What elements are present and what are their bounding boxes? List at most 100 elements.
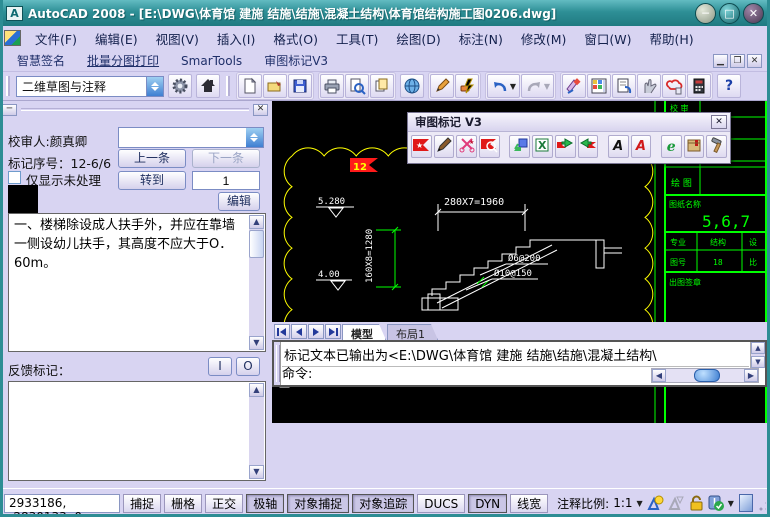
- toggle-lineweight[interactable]: 线宽: [510, 494, 548, 513]
- open-button[interactable]: [263, 74, 287, 98]
- menu-dimension[interactable]: 标注(N): [451, 27, 511, 50]
- menu-review-mark-v3[interactable]: 审图标记V3: [255, 51, 337, 70]
- mdi-close-button[interactable]: ✕: [747, 54, 762, 68]
- import-marks-button[interactable]: [555, 135, 576, 158]
- dropdown-spinner-icon[interactable]: [246, 128, 263, 147]
- review-mark-toolbar[interactable]: 审图标记 V3 ✕ ★ ★ X A A e: [407, 112, 731, 164]
- tab-prev-button[interactable]: [291, 324, 307, 339]
- menu-draw[interactable]: 绘图(D): [388, 27, 448, 50]
- toggle-polar[interactable]: 极轴: [246, 494, 284, 513]
- menu-insert[interactable]: 插入(I): [209, 27, 263, 50]
- scroll-thumb[interactable]: [249, 230, 264, 258]
- cad-black-button[interactable]: A: [608, 135, 629, 158]
- redo-button[interactable]: ▼: [521, 74, 554, 98]
- undo-dropdown-icon[interactable]: ▼: [510, 82, 516, 91]
- tab-first-button[interactable]: [274, 324, 290, 339]
- scroll-down-icon[interactable]: ▼: [751, 356, 765, 368]
- match-properties-button[interactable]: [562, 74, 586, 98]
- erase-button[interactable]: [455, 74, 479, 98]
- layers-button[interactable]: [587, 74, 611, 98]
- toggle-grid[interactable]: 栅格: [164, 494, 202, 513]
- menu-smartools[interactable]: SmarTools: [172, 53, 251, 69]
- menu-window[interactable]: 窗口(W): [576, 27, 639, 50]
- cad-red-button[interactable]: A: [631, 135, 652, 158]
- mdi-restore-button[interactable]: ❐: [730, 54, 745, 68]
- feedback-in-button[interactable]: I: [208, 357, 232, 376]
- save-button[interactable]: [288, 74, 312, 98]
- plot-button[interactable]: [320, 74, 344, 98]
- tab-layout1[interactable]: 布局1: [387, 324, 438, 340]
- close-button[interactable]: ✕: [743, 3, 764, 24]
- tab-model[interactable]: 模型: [342, 324, 386, 340]
- edit-button[interactable]: 编辑: [218, 192, 260, 211]
- mdi-minimize-button[interactable]: ▁: [713, 54, 728, 68]
- settings-button[interactable]: [706, 135, 727, 158]
- menu-tools[interactable]: 工具(T): [328, 27, 386, 50]
- lock-icon[interactable]: [688, 493, 704, 513]
- title-bar[interactable]: A AutoCAD 2008 - [E:\DWG\体育馆 建施 结施\结施\混凝…: [0, 0, 770, 26]
- toggle-otrack[interactable]: 对象追踪: [352, 494, 414, 513]
- menu-smart-signature[interactable]: 智慧签名: [8, 51, 74, 70]
- maximize-button[interactable]: □: [719, 3, 740, 24]
- delete-mark-button[interactable]: ★: [456, 135, 477, 158]
- command-prompt[interactable]: 命令:: [282, 363, 312, 382]
- help-button[interactable]: ?: [717, 74, 741, 98]
- scroll-down-icon[interactable]: ▼: [249, 465, 264, 479]
- trusted-autodesk-button[interactable]: [707, 493, 725, 513]
- toggle-ortho[interactable]: 正交: [205, 494, 243, 513]
- goto-button[interactable]: 转到: [118, 171, 186, 190]
- command-window[interactable]: 标记文本已输出为<E:\DWG\体育馆 建施 结施\结施\混凝土结构\ ▲ ▼ …: [272, 340, 767, 387]
- workspace-spinner-icon[interactable]: [146, 77, 163, 96]
- toggle-snap[interactable]: 捕捉: [123, 494, 161, 513]
- window-resize-grip[interactable]: [758, 495, 766, 511]
- menu-help[interactable]: 帮助(H): [642, 27, 702, 50]
- scroll-right-icon[interactable]: ▶: [744, 369, 758, 382]
- minimize-button[interactable]: ─: [695, 3, 716, 24]
- workspace-settings-button[interactable]: [168, 74, 192, 98]
- clean-screen-button[interactable]: [739, 494, 753, 512]
- feedback-out-button[interactable]: O: [236, 357, 260, 376]
- new-button[interactable]: [238, 74, 262, 98]
- scroll-left-icon[interactable]: ◀: [652, 369, 666, 382]
- toolbar-grip[interactable]: [6, 76, 10, 96]
- toolbar-grip[interactable]: [226, 76, 230, 96]
- export-excel-button[interactable]: X: [532, 135, 553, 158]
- find-mark-button[interactable]: [479, 135, 500, 158]
- reviewer-dropdown[interactable]: [118, 127, 264, 148]
- sketch-button[interactable]: [430, 74, 454, 98]
- tab-next-button[interactable]: [308, 324, 324, 339]
- scroll-up-icon[interactable]: ▲: [249, 215, 264, 229]
- only-unprocessed-checkbox[interactable]: [8, 171, 21, 184]
- scale-dropdown-icon[interactable]: ▼: [637, 499, 643, 508]
- scroll-up-icon[interactable]: ▲: [249, 383, 264, 397]
- undo-button[interactable]: ▼: [487, 74, 520, 98]
- feedback-scrollbar[interactable]: ▲ ▼: [249, 383, 264, 479]
- next-mark-button[interactable]: 下一条: [192, 149, 260, 168]
- my-workspace-button[interactable]: [196, 74, 220, 98]
- panel-close-button[interactable]: ✕: [253, 104, 268, 116]
- export-block-button[interactable]: [509, 135, 530, 158]
- review-toolbar-close-button[interactable]: ✕: [711, 115, 727, 129]
- menu-modify[interactable]: 修改(M): [513, 27, 575, 50]
- quick-calc-button[interactable]: [687, 74, 711, 98]
- command-window-grip[interactable]: [274, 342, 281, 385]
- manual-button[interactable]: [684, 135, 705, 158]
- previous-mark-button[interactable]: 上一条: [118, 149, 186, 168]
- status-menu-dropdown-icon[interactable]: ▼: [728, 499, 734, 508]
- menu-file[interactable]: 文件(F): [27, 27, 85, 50]
- annotation-visibility-button[interactable]: [646, 493, 664, 513]
- plot-preview-button[interactable]: [345, 74, 369, 98]
- export-marks-button[interactable]: [578, 135, 599, 158]
- panel-grip[interactable]: [21, 108, 249, 111]
- annotation-scale-control[interactable]: 注释比例: 1:1 ▼: [557, 495, 643, 512]
- add-mark-button[interactable]: ★: [411, 135, 432, 158]
- menu-view[interactable]: 视图(V): [148, 27, 207, 50]
- goto-number-input[interactable]: [192, 171, 260, 190]
- annotation-autoscale-button[interactable]: [667, 493, 685, 513]
- review-toolbar-titlebar[interactable]: 审图标记 V3 ✕: [408, 113, 730, 132]
- hscroll-thumb[interactable]: [694, 369, 720, 382]
- mark-text-area[interactable]: 一、楼梯除设成人扶手外，并应在靠墙一侧设幼儿扶手，其高度不应大于O．60m。 ▲…: [8, 213, 266, 352]
- redo-dropdown-icon[interactable]: ▼: [544, 82, 550, 91]
- app-menu-icon[interactable]: [4, 30, 21, 46]
- tab-last-button[interactable]: [325, 324, 341, 339]
